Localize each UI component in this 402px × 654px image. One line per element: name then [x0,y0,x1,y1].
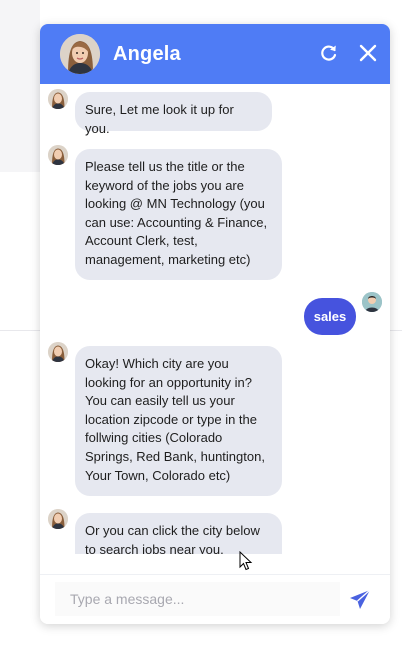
chat-widget: Angela Sure, Let me look it up for you. [40,24,390,624]
user-avatar [362,292,382,312]
chat-header: Angela [40,24,390,84]
bot-avatar [48,342,68,362]
bot-avatar [48,145,68,165]
send-button[interactable] [348,588,372,612]
close-button[interactable] [356,41,380,65]
message-input[interactable] [55,582,340,616]
close-icon [359,44,377,62]
bot-message: Or you can click the city below to searc… [75,513,282,554]
bot-avatar [48,509,68,529]
bot-message: Please tell us the title or the keyword … [75,149,282,280]
message-list[interactable]: Sure, Let me look it up for you. Please … [40,84,390,554]
agent-name: Angela [113,42,181,65]
message-composer [40,574,390,624]
agent-avatar [60,34,100,74]
bot-message: Okay! Which city are you looking for an … [75,346,282,496]
refresh-icon [321,45,337,61]
bot-message: Sure, Let me look it up for you. [75,92,272,136]
user-message: sales [304,298,356,335]
background-panel [0,0,40,172]
bot-avatar [48,89,68,109]
send-icon [350,589,371,609]
refresh-button[interactable] [317,41,341,65]
